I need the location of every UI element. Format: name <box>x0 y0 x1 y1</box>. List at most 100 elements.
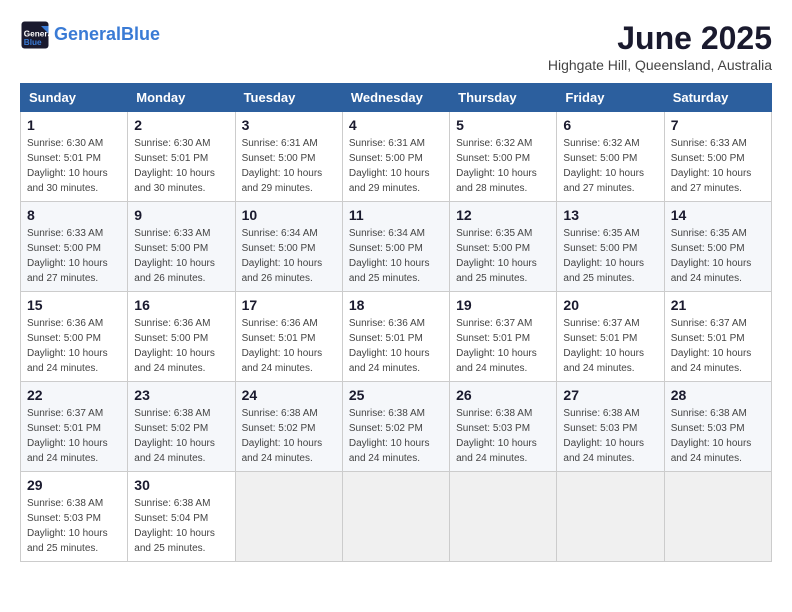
day-number: 6 <box>563 117 657 133</box>
calendar-cell: 16Sunrise: 6:36 AM Sunset: 5:00 PM Dayli… <box>128 292 235 382</box>
calendar-cell: 29 Sunrise: 6:38 AM Sunset: 5:03 PM Dayli… <box>21 472 128 562</box>
day-info: Sunrise: 6:33 AM Sunset: 5:00 PM Dayligh… <box>671 136 765 196</box>
page-header: General Blue GeneralBlue June 2025 Highg… <box>20 20 772 73</box>
calendar-cell: 21 Sunrise: 6:37 AM Sunset: 5:01 PM Dayli… <box>664 292 771 382</box>
calendar-cell: 12 Sunrise: 6:35 AM Sunset: 5:00 PM Dayli… <box>450 202 557 292</box>
day-info: Sunrise: 6:32 AM Sunset: 5:00 PM Dayligh… <box>563 136 657 196</box>
calendar-table: SundayMondayTuesdayWednesdayThursdayFrid… <box>20 83 772 562</box>
calendar-cell: 30 Sunrise: 6:38 AM Sunset: 5:04 PM Dayli… <box>128 472 235 562</box>
calendar-cell: 10 Sunrise: 6:34 AM Sunset: 5:00 PM Dayli… <box>235 202 342 292</box>
day-number: 23 <box>134 387 228 403</box>
calendar-cell: 17 Sunrise: 6:36 AM Sunset: 5:01 PM Dayli… <box>235 292 342 382</box>
title-block: June 2025 Highgate Hill, Queensland, Aus… <box>548 20 772 73</box>
calendar-cell <box>450 472 557 562</box>
day-number: 7 <box>671 117 765 133</box>
day-info: Sunrise: 6:34 AM Sunset: 5:00 PM Dayligh… <box>242 226 336 286</box>
calendar-week-row: 15 Sunrise: 6:36 AM Sunset: 5:00 PM Dayli… <box>21 292 772 382</box>
day-number: 25 <box>349 387 443 403</box>
calendar-cell: 3 Sunrise: 6:31 AM Sunset: 5:00 PM Daylig… <box>235 112 342 202</box>
day-info: Sunrise: 6:38 AM Sunset: 5:04 PM Dayligh… <box>134 496 228 556</box>
calendar-week-row: 22 Sunrise: 6:37 AM Sunset: 5:01 PM Dayli… <box>21 382 772 472</box>
day-number: 19 <box>456 297 550 313</box>
calendar-cell: 15 Sunrise: 6:36 AM Sunset: 5:00 PM Dayli… <box>21 292 128 382</box>
day-info: Sunrise: 6:37 AM Sunset: 5:01 PM Dayligh… <box>671 316 765 376</box>
calendar-cell <box>342 472 449 562</box>
day-info: Sunrise: 6:31 AM Sunset: 5:00 PM Dayligh… <box>242 136 336 196</box>
day-number: 4 <box>349 117 443 133</box>
calendar-cell: 2 Sunrise: 6:30 AM Sunset: 5:01 PM Daylig… <box>128 112 235 202</box>
day-info: Sunrise: 6:33 AM Sunset: 5:00 PM Dayligh… <box>134 226 228 286</box>
day-info: Sunrise: 6:38 AM Sunset: 5:02 PM Dayligh… <box>134 406 228 466</box>
day-info: Sunrise: 6:36 AM Sunset: 5:00 PM Dayligh… <box>27 316 121 376</box>
calendar-week-row: 1Sunrise: 6:30 AM Sunset: 5:01 PM Daylig… <box>21 112 772 202</box>
calendar-cell: 13Sunrise: 6:35 AM Sunset: 5:00 PM Dayli… <box>557 202 664 292</box>
calendar-cell: 14 Sunrise: 6:35 AM Sunset: 5:00 PM Dayli… <box>664 202 771 292</box>
calendar-cell: 20 Sunrise: 6:37 AM Sunset: 5:01 PM Dayli… <box>557 292 664 382</box>
weekday-header: Monday <box>128 84 235 112</box>
day-number: 28 <box>671 387 765 403</box>
weekday-header: Thursday <box>450 84 557 112</box>
calendar-cell: 28 Sunrise: 6:38 AM Sunset: 5:03 PM Dayli… <box>664 382 771 472</box>
month-title: June 2025 <box>548 20 772 57</box>
day-number: 12 <box>456 207 550 223</box>
day-number: 18 <box>349 297 443 313</box>
day-number: 17 <box>242 297 336 313</box>
day-info: Sunrise: 6:36 AM Sunset: 5:01 PM Dayligh… <box>242 316 336 376</box>
day-info: Sunrise: 6:35 AM Sunset: 5:00 PM Dayligh… <box>671 226 765 286</box>
day-number: 16 <box>134 297 228 313</box>
day-info: Sunrise: 6:32 AM Sunset: 5:00 PM Dayligh… <box>456 136 550 196</box>
day-number: 29 <box>27 477 121 493</box>
day-number: 27 <box>563 387 657 403</box>
day-info: Sunrise: 6:33 AM Sunset: 5:00 PM Dayligh… <box>27 226 121 286</box>
day-number: 24 <box>242 387 336 403</box>
weekday-header: Sunday <box>21 84 128 112</box>
calendar-cell: 25 Sunrise: 6:38 AM Sunset: 5:02 PM Dayli… <box>342 382 449 472</box>
day-info: Sunrise: 6:36 AM Sunset: 5:01 PM Dayligh… <box>349 316 443 376</box>
day-number: 21 <box>671 297 765 313</box>
day-info: Sunrise: 6:34 AM Sunset: 5:00 PM Dayligh… <box>349 226 443 286</box>
logo: General Blue GeneralBlue <box>20 20 160 50</box>
logo-icon: General Blue <box>20 20 50 50</box>
day-number: 2 <box>134 117 228 133</box>
day-info: Sunrise: 6:38 AM Sunset: 5:02 PM Dayligh… <box>242 406 336 466</box>
day-info: Sunrise: 6:37 AM Sunset: 5:01 PM Dayligh… <box>27 406 121 466</box>
day-info: Sunrise: 6:30 AM Sunset: 5:01 PM Dayligh… <box>134 136 228 196</box>
day-number: 26 <box>456 387 550 403</box>
calendar-week-row: 29 Sunrise: 6:38 AM Sunset: 5:03 PM Dayli… <box>21 472 772 562</box>
calendar-cell: 5 Sunrise: 6:32 AM Sunset: 5:00 PM Daylig… <box>450 112 557 202</box>
day-number: 22 <box>27 387 121 403</box>
weekday-header: Tuesday <box>235 84 342 112</box>
day-info: Sunrise: 6:38 AM Sunset: 5:03 PM Dayligh… <box>563 406 657 466</box>
day-number: 11 <box>349 207 443 223</box>
day-number: 30 <box>134 477 228 493</box>
day-number: 8 <box>27 207 121 223</box>
calendar-cell: 4 Sunrise: 6:31 AM Sunset: 5:00 PM Daylig… <box>342 112 449 202</box>
day-number: 15 <box>27 297 121 313</box>
day-number: 9 <box>134 207 228 223</box>
weekday-header: Friday <box>557 84 664 112</box>
day-number: 3 <box>242 117 336 133</box>
day-number: 13 <box>563 207 657 223</box>
calendar-cell: 1Sunrise: 6:30 AM Sunset: 5:01 PM Daylig… <box>21 112 128 202</box>
calendar-cell: 11 Sunrise: 6:34 AM Sunset: 5:00 PM Dayli… <box>342 202 449 292</box>
day-number: 20 <box>563 297 657 313</box>
day-info: Sunrise: 6:38 AM Sunset: 5:03 PM Dayligh… <box>456 406 550 466</box>
day-info: Sunrise: 6:38 AM Sunset: 5:03 PM Dayligh… <box>27 496 121 556</box>
day-info: Sunrise: 6:31 AM Sunset: 5:00 PM Dayligh… <box>349 136 443 196</box>
day-info: Sunrise: 6:38 AM Sunset: 5:02 PM Dayligh… <box>349 406 443 466</box>
weekday-header: Saturday <box>664 84 771 112</box>
calendar-cell: 23 Sunrise: 6:38 AM Sunset: 5:02 PM Dayli… <box>128 382 235 472</box>
calendar-week-row: 8 Sunrise: 6:33 AM Sunset: 5:00 PM Daylig… <box>21 202 772 292</box>
calendar-cell: 26 Sunrise: 6:38 AM Sunset: 5:03 PM Dayli… <box>450 382 557 472</box>
calendar-header-row: SundayMondayTuesdayWednesdayThursdayFrid… <box>21 84 772 112</box>
day-info: Sunrise: 6:30 AM Sunset: 5:01 PM Dayligh… <box>27 136 121 196</box>
day-number: 5 <box>456 117 550 133</box>
day-info: Sunrise: 6:37 AM Sunset: 5:01 PM Dayligh… <box>563 316 657 376</box>
location: Highgate Hill, Queensland, Australia <box>548 57 772 73</box>
day-number: 14 <box>671 207 765 223</box>
day-info: Sunrise: 6:38 AM Sunset: 5:03 PM Dayligh… <box>671 406 765 466</box>
day-number: 10 <box>242 207 336 223</box>
calendar-cell: 7 Sunrise: 6:33 AM Sunset: 5:00 PM Daylig… <box>664 112 771 202</box>
day-info: Sunrise: 6:35 AM Sunset: 5:00 PM Dayligh… <box>456 226 550 286</box>
weekday-header: Wednesday <box>342 84 449 112</box>
